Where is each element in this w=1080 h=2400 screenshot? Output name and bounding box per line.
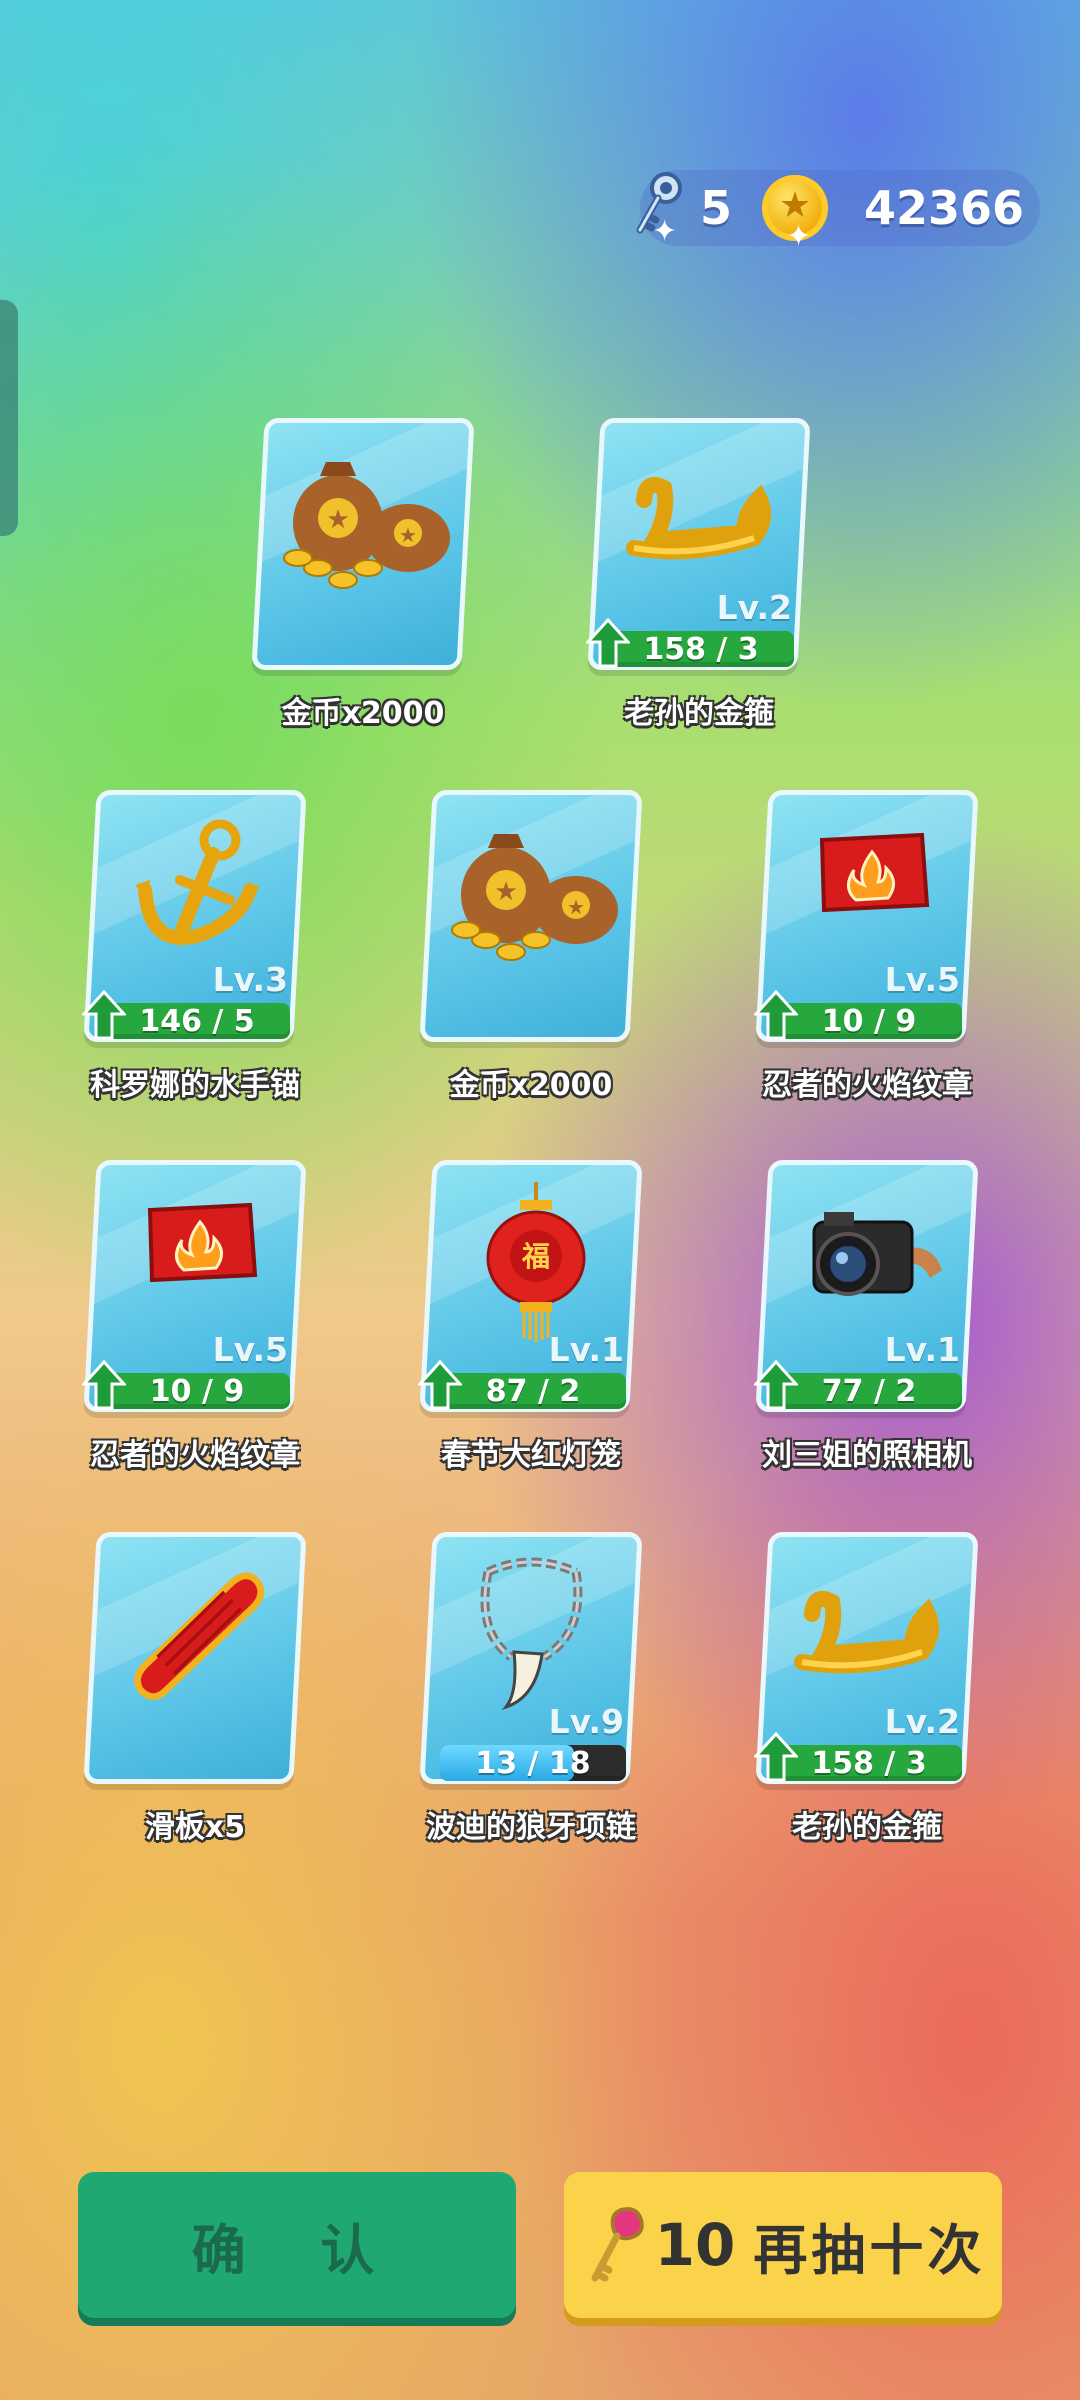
svg-text:★: ★	[567, 895, 585, 919]
draw-again-label: 再抽十次	[753, 2218, 986, 2282]
coin-icon: ✦	[762, 175, 828, 254]
upgrade-arrow-icon	[754, 990, 798, 1040]
key-count: 5	[700, 181, 733, 235]
coin-counter: ✦ 42366	[762, 170, 1025, 254]
level-label: Lv.2	[716, 588, 792, 627]
reward-card[interactable]: 滑板x5	[83, 1532, 307, 1845]
reward-card[interactable]: Lv.5 10 / 9 忍者的火焰纹章	[754, 790, 979, 1103]
progress-text: 77 / 2	[821, 1374, 917, 1409]
draw-ten-again-button[interactable]: 10 再抽十次	[564, 2172, 1002, 2318]
progress-bar: 146 / 5	[104, 1003, 290, 1039]
reward-name: 滑板x5	[144, 1810, 246, 1845]
reward-name: 忍者的火焰纹章	[90, 1438, 300, 1473]
reward-card[interactable]: 福 Lv.1 87 / 2 春节大红灯笼	[418, 1160, 643, 1473]
reward-card[interactable]: Lv.1 77 / 2 刘三姐的照相机	[754, 1160, 979, 1473]
upgrade-arrow-icon	[754, 1360, 798, 1410]
progress-bar: 77 / 2	[776, 1373, 962, 1409]
reward-card[interactable]: ★ ★ 金币x2000	[419, 790, 643, 1103]
level-label: Lv.2	[884, 1702, 960, 1741]
progress-bar: 10 / 9	[776, 1003, 962, 1039]
reward-card[interactable]: Lv.5 10 / 9 忍者的火焰纹章	[82, 1160, 307, 1473]
upgrade-arrow-icon	[418, 1360, 462, 1410]
level-label: Lv.1	[548, 1330, 624, 1369]
side-tab[interactable]	[0, 300, 18, 536]
reward-name: 金币x2000	[449, 1068, 613, 1103]
key-icon: ✦	[630, 168, 690, 249]
reward-card[interactable]: Lv.2 158 / 3 老孙的金箍	[586, 418, 811, 731]
reward-name: 忍者的火焰纹章	[762, 1068, 972, 1103]
progress-text: 158 / 3	[811, 1746, 927, 1781]
currency-bar: ✦ 5 ✦ 42366	[636, 170, 1040, 254]
progress-bar: 87 / 2	[440, 1373, 626, 1409]
progress-text: 158 / 3	[643, 632, 759, 667]
reward-card[interactable]: Lv.2 158 / 3 老孙的金箍	[754, 1532, 979, 1845]
reward-name: 科罗娜的水手锚	[90, 1068, 300, 1103]
reward-name: 波迪的狼牙项链	[426, 1810, 636, 1845]
reward-name: 金币x2000	[281, 696, 445, 731]
progress-bar: 10 / 9	[104, 1373, 290, 1409]
progress-bar: 158 / 3	[608, 631, 794, 667]
progress-text: 13 / 18	[475, 1746, 591, 1781]
confirm-button[interactable]: 确 认	[78, 2172, 516, 2318]
reward-name: 老孙的金箍	[792, 1810, 942, 1845]
reward-card[interactable]: Lv.9 13 / 18 波迪的狼牙项链	[419, 1532, 643, 1845]
reward-card[interactable]: Lv.3 146 / 5 科罗娜的水手锚	[82, 790, 307, 1103]
progress-text: 146 / 5	[139, 1004, 255, 1039]
svg-text:★: ★	[326, 505, 349, 535]
reward-name: 老孙的金箍	[624, 696, 774, 731]
progress-text: 87 / 2	[485, 1374, 581, 1409]
confirm-button-label: 确 认	[191, 2218, 403, 2282]
skateboard-icon	[134, 1572, 265, 1700]
progress-bar: 158 / 3	[776, 1745, 962, 1781]
svg-text:★: ★	[399, 523, 417, 547]
svg-text:★: ★	[494, 877, 517, 907]
upgrade-arrow-icon	[82, 1360, 126, 1410]
pink-key-icon	[591, 2207, 644, 2282]
level-label: Lv.9	[548, 1702, 624, 1741]
reward-name: 刘三姐的照相机	[762, 1438, 972, 1473]
upgrade-arrow-icon	[754, 1732, 798, 1782]
reward-card[interactable]: ★ ★ 金币x2000	[251, 418, 475, 731]
level-label: Lv.5	[212, 1330, 288, 1369]
upgrade-arrow-icon	[82, 990, 126, 1040]
coin-count: 42366	[864, 181, 1025, 235]
level-label: Lv.3	[212, 960, 288, 999]
upgrade-arrow-icon	[586, 618, 630, 668]
reward-name: 春节大红灯笼	[441, 1438, 621, 1473]
progress-text: 10 / 9	[149, 1374, 245, 1409]
progress-text: 10 / 9	[821, 1004, 917, 1039]
coin-bag-icon: ★ ★	[451, 834, 618, 961]
svg-text:福: 福	[521, 1240, 550, 1273]
key-counter: ✦ 5	[630, 168, 733, 249]
level-label: Lv.1	[884, 1330, 960, 1369]
progress-bar: 13 / 18	[440, 1745, 626, 1781]
coin-bag-icon: ★ ★	[283, 462, 450, 589]
draw-count: 10	[654, 2211, 736, 2279]
level-label: Lv.5	[884, 960, 960, 999]
